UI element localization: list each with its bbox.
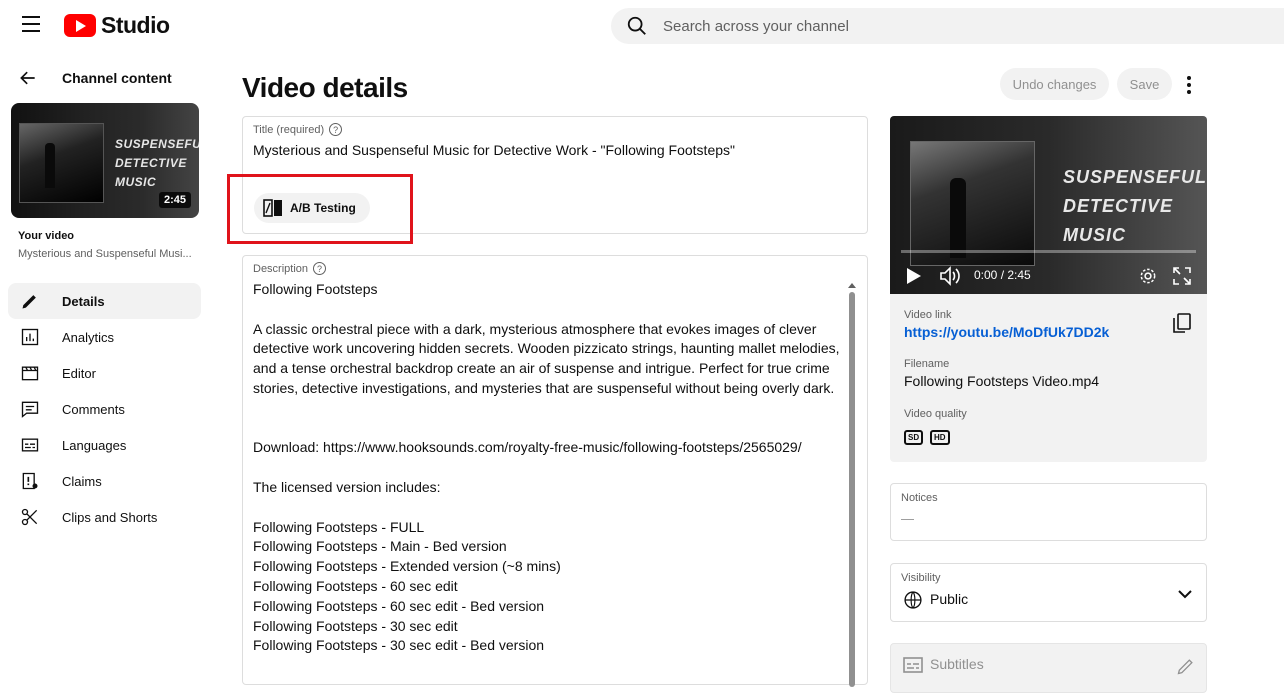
chevron-down-icon bbox=[1178, 590, 1192, 599]
player-controls: 0:00 / 2:45 bbox=[890, 264, 1207, 288]
sd-badge: SD bbox=[904, 430, 924, 445]
filename-value: Following Footsteps Video.mp4 bbox=[904, 373, 1100, 389]
description-input[interactable]: Following Footsteps A classic orchestral … bbox=[253, 280, 853, 656]
sidebar-item-clips-and-shorts[interactable]: Clips and Shorts bbox=[8, 499, 201, 535]
comments-icon bbox=[20, 399, 40, 419]
description-line: Following Footsteps - FULL bbox=[253, 518, 425, 535]
your-video-label: Your video bbox=[18, 230, 75, 242]
description-line: Following Footsteps - Main - Bed version bbox=[253, 538, 507, 555]
visibility-value: Public bbox=[930, 591, 969, 607]
top-bar: Studio Search across your channel bbox=[0, 0, 1284, 50]
sidebar-item-comments[interactable]: Comments bbox=[8, 391, 201, 427]
video-thumbnail[interactable]: SUSPENSEFUL DETECTIVE MUSIC 2:45 bbox=[11, 103, 199, 218]
sidebar-item-editor[interactable]: Editor bbox=[8, 355, 201, 391]
filename-label: Filename bbox=[904, 358, 950, 370]
help-icon[interactable]: ? bbox=[329, 123, 343, 136]
edit-pencil-icon[interactable] bbox=[1176, 656, 1196, 676]
visibility-label: Visibility bbox=[901, 572, 941, 584]
visibility-dropdown[interactable]: Visibility Public bbox=[890, 563, 1207, 622]
video-link-label: Video link bbox=[904, 309, 952, 321]
logo-text: Studio bbox=[101, 12, 170, 38]
description-label: Description ? bbox=[253, 262, 327, 275]
time-display: 0:00 / 2:45 bbox=[974, 268, 1031, 282]
description-line: A classic orchestral piece with a dark, … bbox=[253, 320, 840, 396]
search-input[interactable]: Search across your channel bbox=[663, 18, 849, 35]
description-line bbox=[253, 419, 853, 439]
claims-icon bbox=[20, 471, 40, 491]
fullscreen-icon[interactable] bbox=[1172, 266, 1192, 286]
analytics-icon bbox=[20, 327, 40, 347]
description-line: Following Footsteps bbox=[253, 281, 378, 297]
video-preview-panel: SUSPENSEFUL DETECTIVE MUSIC 0:00 / 2:45 … bbox=[890, 116, 1207, 462]
copy-icon[interactable] bbox=[1173, 313, 1191, 333]
sidebar-item-languages[interactable]: Languages bbox=[8, 427, 201, 463]
back-label: Channel content bbox=[62, 70, 172, 86]
scroll-up-arrow-icon[interactable] bbox=[848, 283, 856, 288]
description-line bbox=[253, 399, 853, 419]
more-options-icon[interactable] bbox=[1185, 76, 1193, 94]
sidebar-item-claims[interactable]: Claims bbox=[8, 463, 201, 499]
description-line bbox=[253, 498, 853, 518]
settings-gear-icon[interactable] bbox=[1138, 266, 1158, 286]
player-title: SUSPENSEFUL DETECTIVE MUSIC bbox=[1063, 167, 1207, 245]
video-quality-label: Video quality bbox=[904, 408, 967, 420]
notices-value: — bbox=[901, 511, 914, 526]
player-image bbox=[910, 141, 1035, 266]
page-title: Video details bbox=[242, 72, 408, 103]
sidebar-item-analytics[interactable]: Analytics bbox=[8, 319, 201, 355]
studio-logo[interactable]: Studio bbox=[64, 12, 170, 39]
duration-badge: 2:45 bbox=[158, 192, 191, 208]
player-figure bbox=[950, 178, 966, 258]
notices-box: Notices — bbox=[890, 483, 1207, 541]
subtitles-label: Subtitles bbox=[930, 656, 984, 672]
video-link[interactable]: https://youtu.be/MoDfUk7DD2k bbox=[904, 324, 1109, 340]
save-button[interactable]: Save bbox=[1117, 68, 1172, 100]
thumbnail-title: SUSPENSEFUL DETECTIVE MUSIC bbox=[115, 137, 199, 189]
languages-icon bbox=[20, 435, 40, 455]
volume-icon[interactable] bbox=[939, 266, 961, 286]
description-line: Following Footsteps - 60 sec edit bbox=[253, 577, 458, 594]
description-line: Following Footsteps - 30 sec edit - Bed … bbox=[253, 637, 545, 654]
description-line bbox=[253, 458, 853, 478]
sidebar-item-details[interactable]: Details bbox=[8, 283, 201, 319]
progress-bar[interactable] bbox=[901, 250, 1196, 253]
back-to-channel-content[interactable]: Channel content bbox=[18, 68, 172, 88]
description-scrollbar[interactable] bbox=[849, 292, 855, 687]
play-icon[interactable] bbox=[906, 267, 922, 285]
undo-changes-button[interactable]: Undo changes bbox=[1000, 68, 1109, 100]
description-line: Following Footsteps - 30 sec edit bbox=[253, 617, 458, 634]
sidebar-nav: Details Analytics Editor Comments Langua… bbox=[8, 283, 201, 535]
editor-icon bbox=[20, 363, 40, 383]
menu-icon[interactable] bbox=[22, 16, 40, 32]
description-line bbox=[253, 300, 853, 320]
notices-label: Notices bbox=[901, 492, 938, 504]
description-line: Following Footsteps - 60 sec edit - Bed … bbox=[253, 597, 545, 614]
scissors-icon bbox=[20, 507, 40, 527]
thumbnail-image bbox=[19, 123, 104, 203]
pencil-icon bbox=[20, 291, 40, 311]
hd-badge: HD bbox=[930, 430, 950, 445]
thumbnail-figure bbox=[45, 143, 55, 188]
description-line: Download: https://www.hooksounds.com/roy… bbox=[253, 439, 802, 456]
globe-icon bbox=[904, 591, 922, 609]
title-label: Title (required) ? bbox=[253, 123, 343, 136]
search-bar[interactable]: Search across your channel bbox=[611, 8, 1284, 44]
subtitles-box[interactable]: Subtitles bbox=[890, 643, 1207, 693]
arrow-back-icon bbox=[20, 71, 35, 85]
highlight-annotation-box bbox=[227, 174, 413, 244]
your-video-title: Mysterious and Suspenseful Musi... bbox=[18, 248, 192, 260]
search-icon bbox=[627, 16, 646, 35]
description-line: The licensed version includes: bbox=[253, 478, 441, 495]
subtitles-icon bbox=[903, 657, 923, 673]
description-line: Following Footsteps - Extended version (… bbox=[253, 558, 561, 575]
youtube-logo-icon bbox=[64, 14, 96, 37]
sidebar: Channel content SUSPENSEFUL DETECTIVE MU… bbox=[0, 50, 210, 679]
help-icon[interactable]: ? bbox=[313, 262, 327, 275]
description-field[interactable]: Description ? Following Footsteps A class… bbox=[242, 255, 868, 685]
title-input[interactable]: Mysterious and Suspenseful Music for Det… bbox=[253, 142, 735, 158]
video-player[interactable]: SUSPENSEFUL DETECTIVE MUSIC 0:00 / 2:45 bbox=[890, 116, 1207, 294]
